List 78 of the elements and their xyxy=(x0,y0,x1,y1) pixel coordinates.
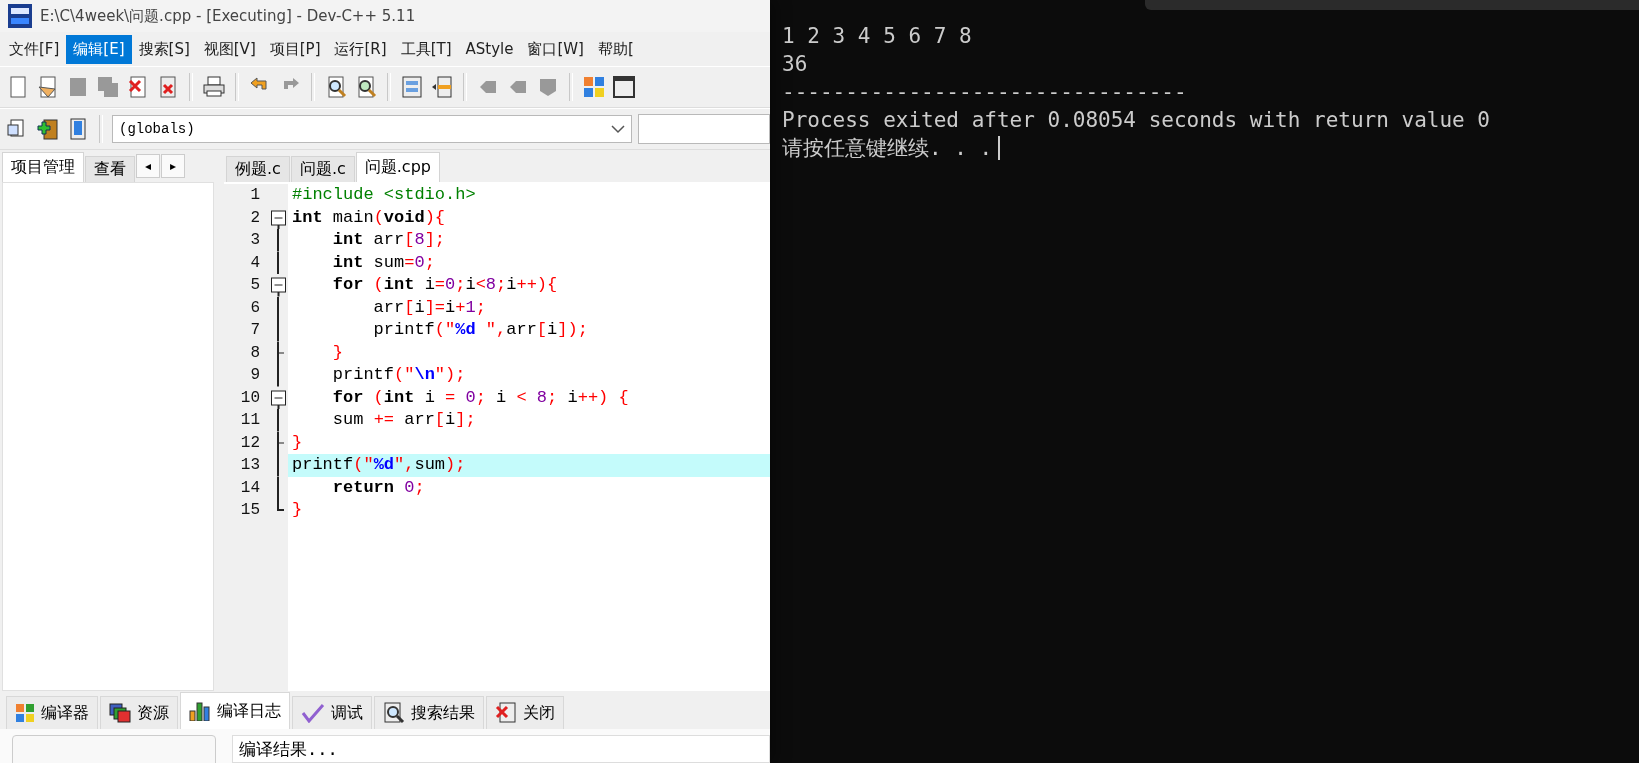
scroll-tab-button[interactable]: ◂ xyxy=(136,154,160,178)
line-number: 7 xyxy=(249,321,260,340)
output-tab[interactable]: 调试 xyxy=(292,696,372,729)
code-line: int arr[8]; xyxy=(331,229,447,251)
menu-item[interactable]: 编辑[E] xyxy=(66,34,132,64)
line-number: 12 xyxy=(239,433,260,452)
code-line: } xyxy=(291,431,304,454)
line-number: 1 xyxy=(249,186,260,205)
file-tab[interactable]: 问题.cpp xyxy=(355,152,440,182)
scope-dropdown[interactable]: (globals) xyxy=(112,115,632,143)
code-line: arr[i]=i+1; xyxy=(372,296,487,319)
output-tab[interactable]: 编译日志 xyxy=(180,692,290,729)
symbol-field[interactable] xyxy=(638,114,770,144)
line-number: 15 xyxy=(239,501,260,520)
code-line: int main(void){ xyxy=(291,206,447,229)
code-line: printf("\n"); xyxy=(331,364,467,386)
save-all-icon[interactable] xyxy=(96,75,120,99)
output-tab[interactable]: 资源 xyxy=(100,696,178,729)
fold-toggle-icon[interactable] xyxy=(271,274,286,297)
file-tab[interactable]: 问题.c xyxy=(290,156,355,182)
compile-log-field[interactable]: 编译结果... xyxy=(232,735,770,763)
menu-item[interactable]: 工具[T] xyxy=(393,34,459,64)
line-number: 14 xyxy=(239,478,260,497)
checkmark-icon xyxy=(301,703,325,723)
print-icon[interactable] xyxy=(202,75,226,99)
chevron-down-icon xyxy=(611,124,625,134)
windows-icon xyxy=(109,703,131,723)
goto-line-icon[interactable] xyxy=(430,75,454,99)
close-icon xyxy=(495,702,517,724)
menu-item[interactable]: 项目[P] xyxy=(262,34,328,64)
tiles-icon[interactable] xyxy=(582,75,606,99)
text-cursor xyxy=(998,136,1001,160)
bar-chart-icon xyxy=(189,701,211,721)
code-line: #include <stdio.h> xyxy=(291,184,477,206)
window-icon[interactable] xyxy=(612,75,636,99)
code-line: } xyxy=(291,499,304,521)
add-file-icon[interactable] xyxy=(36,117,60,141)
console-line: 请按任意键继续. . . xyxy=(782,135,993,162)
code-line: } xyxy=(331,341,344,364)
line-number: 2 xyxy=(249,208,260,227)
code-line: sum += arr[i]; xyxy=(331,409,477,431)
line-number: 13 xyxy=(239,456,260,475)
line-number: 9 xyxy=(249,366,260,385)
panel-tab[interactable]: 项目管理 xyxy=(2,152,84,182)
code-line: printf("%d ",arr[i]); xyxy=(372,319,589,341)
menu-item[interactable]: 视图[V] xyxy=(196,34,263,64)
window-title: E:\C\4week\问题.cpp - [Executing] - Dev-C++ 5.11 xyxy=(40,6,416,26)
menu-item[interactable]: 搜索[S] xyxy=(131,34,197,64)
file-tab[interactable]: 例题.c xyxy=(226,156,290,182)
line-number: 10 xyxy=(239,388,260,407)
line-number: 6 xyxy=(249,298,260,317)
line-number: 3 xyxy=(249,231,260,250)
menu-item[interactable]: 帮助[ xyxy=(591,34,641,64)
output-tab[interactable]: 搜索结果 xyxy=(374,696,484,729)
output-tab[interactable]: 编译器 xyxy=(6,696,98,729)
code-line: for (int i = 0; i < 8; i++) { xyxy=(331,386,630,409)
console-line: 36 xyxy=(782,51,809,78)
scroll-tab-button[interactable]: ▸ xyxy=(161,154,185,178)
output-tab[interactable]: 关闭 xyxy=(486,696,564,729)
line-number: 5 xyxy=(249,276,260,295)
menu-item[interactable]: AStyle xyxy=(458,35,521,63)
panel-tab[interactable]: 查看 xyxy=(85,156,135,182)
console-line: 1 2 3 4 5 6 7 8 xyxy=(782,23,973,50)
app-logo-icon xyxy=(8,4,32,28)
code-line: return 0; xyxy=(331,476,426,499)
code-line: for (int i=0;i<8;i++){ xyxy=(331,274,559,296)
line-number: 8 xyxy=(249,343,260,362)
line-number: 11 xyxy=(239,411,260,430)
menu-item[interactable]: 窗口[W] xyxy=(520,34,591,64)
line-number: 4 xyxy=(249,253,260,272)
console-line: -------------------------------- xyxy=(782,79,1188,106)
search-icon xyxy=(383,702,405,724)
grid-icon xyxy=(15,703,35,723)
menu-item[interactable]: 运行[R] xyxy=(327,34,394,64)
panel-icon[interactable] xyxy=(400,75,424,99)
console-line: Process exited after 0.08054 seconds with return value 0 xyxy=(782,107,1491,134)
menu-item[interactable]: 文件[F] xyxy=(2,34,67,64)
code-line: int sum=0; xyxy=(331,251,436,274)
